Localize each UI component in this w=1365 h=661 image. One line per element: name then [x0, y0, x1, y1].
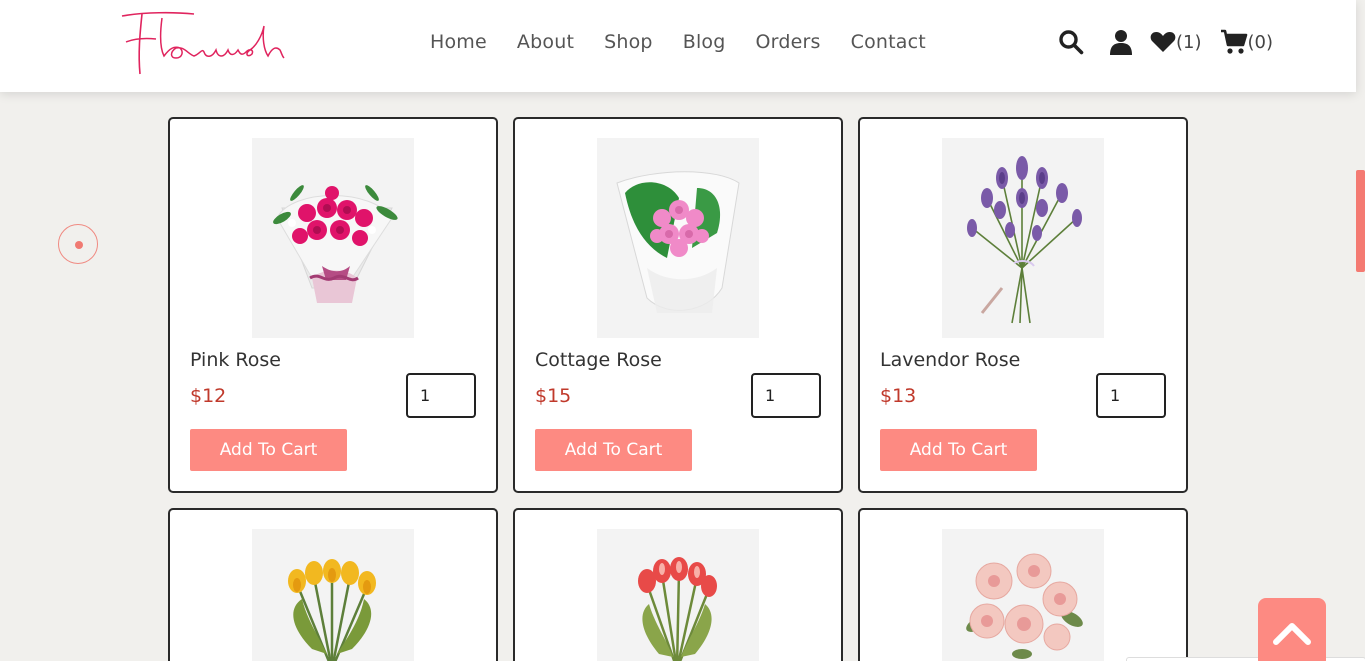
chevron-up-icon [1273, 623, 1311, 645]
nav-contact[interactable]: Contact [851, 30, 926, 54]
scrollbar-thumb[interactable] [1356, 170, 1365, 272]
user-icon[interactable] [1110, 29, 1132, 55]
product-image[interactable] [942, 138, 1104, 338]
nav-about[interactable]: About [517, 30, 574, 54]
product-image[interactable] [597, 138, 759, 338]
product-card [168, 508, 498, 661]
red-tulips-image [638, 557, 717, 661]
wishlist-count: (1) [1176, 31, 1202, 53]
product-card: Cottage Rose $15 Add To Cart [513, 117, 843, 493]
peach-roses-image [966, 553, 1083, 659]
header-icons: (1) (0) [1058, 29, 1273, 55]
nav-blog[interactable]: Blog [683, 30, 726, 54]
wishlist-button[interactable]: (1) [1150, 31, 1202, 53]
lavender-bouquet-image [967, 156, 1082, 324]
scrollbar-track[interactable] [1356, 0, 1365, 661]
quantity-input[interactable] [1096, 373, 1166, 418]
product-image[interactable] [597, 529, 759, 661]
pink-rose-bouquet-image [273, 185, 398, 303]
cottage-rose-bouquet-image [616, 171, 740, 313]
nav-home[interactable]: Home [430, 30, 487, 54]
product-price: $12 [190, 385, 227, 407]
product-image[interactable] [252, 529, 414, 661]
search-icon[interactable] [1058, 29, 1084, 55]
product-card [513, 508, 843, 661]
product-card: Pink Rose $12 Add To Cart [168, 117, 498, 493]
nav-orders[interactable]: Orders [756, 30, 821, 54]
product-price: $13 [880, 385, 917, 407]
site-header: Home About Shop Blog Orders Contact (1) [0, 0, 1356, 92]
cursor-dot [75, 241, 83, 249]
product-name[interactable]: Lavendor Rose [880, 349, 1020, 371]
cursor-ring [58, 224, 98, 264]
add-to-cart-button[interactable]: Add To Cart [190, 429, 347, 471]
chat-widget-edge[interactable] [1126, 657, 1365, 661]
flourish-logo[interactable] [104, 8, 286, 78]
product-card: Lavendor Rose $13 Add To Cart [858, 117, 1188, 493]
add-to-cart-button[interactable]: Add To Cart [880, 429, 1037, 471]
product-name[interactable]: Pink Rose [190, 349, 281, 371]
back-to-top-button[interactable] [1258, 598, 1326, 661]
cart-button[interactable]: (0) [1220, 29, 1274, 55]
product-image[interactable] [252, 138, 414, 338]
yellow-tulips-image [288, 559, 376, 661]
quantity-input[interactable] [406, 373, 476, 418]
add-to-cart-button[interactable]: Add To Cart [535, 429, 692, 471]
nav-shop[interactable]: Shop [604, 30, 653, 54]
product-image[interactable] [942, 529, 1104, 661]
cart-icon [1220, 29, 1247, 54]
quantity-input[interactable] [751, 373, 821, 418]
cart-count: (0) [1247, 31, 1274, 53]
main-nav: Home About Shop Blog Orders Contact [430, 30, 956, 54]
product-price: $15 [535, 385, 572, 407]
product-card [858, 508, 1188, 661]
product-name[interactable]: Cottage Rose [535, 349, 662, 371]
heart-icon [1150, 32, 1176, 52]
